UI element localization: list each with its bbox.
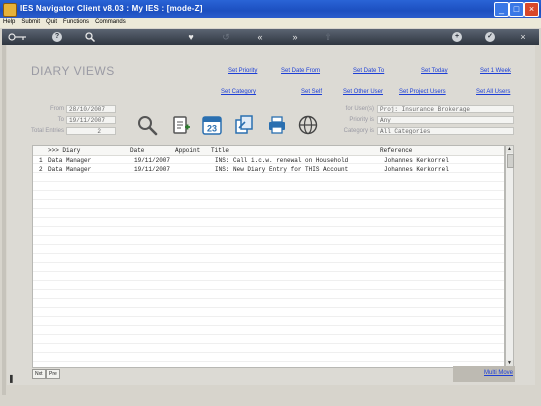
maximize-button[interactable]: □	[509, 2, 524, 17]
calendar-icon[interactable]: 23	[201, 114, 223, 136]
print-icon[interactable]	[266, 114, 288, 136]
col-date-header[interactable]: Date	[130, 147, 144, 154]
grid-header: >>> Diary Date Appoint Title Reference	[33, 146, 504, 156]
window-title: IES Navigator Client v8.03 : My IES : [m…	[20, 4, 203, 13]
svg-text:23: 23	[207, 124, 217, 134]
close-button[interactable]: ×	[524, 2, 539, 17]
close-icon[interactable]: ×	[517, 31, 529, 43]
set-today-link[interactable]: Set Today	[421, 68, 448, 74]
set-category-link[interactable]: Set Category	[221, 89, 256, 95]
minimize-button[interactable]: _	[494, 2, 509, 17]
set-all-users-link[interactable]: Set All Users	[476, 89, 510, 95]
menu-bar: Help Submit Quit Functions Commands	[0, 18, 541, 28]
back-icon[interactable]: «	[254, 31, 266, 43]
row-diary: Data Manager	[48, 166, 92, 173]
table-row[interactable]: 2 Data Manager 19/11/2007 INS: New Diary…	[33, 165, 504, 174]
help-icon[interactable]: ?	[52, 32, 62, 42]
next-page-button[interactable]: Nxt	[32, 369, 46, 379]
scroll-up-arrow-icon[interactable]: ▲	[506, 146, 513, 153]
diary-grid: >>> Diary Date Appoint Title Reference 1…	[32, 145, 505, 368]
set-project-users-link[interactable]: Set Project Users	[399, 89, 446, 95]
globe-icon[interactable]	[297, 114, 319, 136]
col-title-header[interactable]: Title	[211, 147, 229, 154]
grid-scrollbar[interactable]: ▲ ▼	[505, 145, 514, 368]
title-bar: IES Navigator Client v8.03 : My IES : [m…	[0, 0, 541, 18]
category-field[interactable]: All Categories	[377, 127, 514, 135]
page-title: DIARY VIEWS	[31, 64, 115, 78]
multi-move-area: Multi Move	[453, 366, 515, 382]
ok-icon[interactable]: ✓	[485, 32, 495, 42]
col-reference-header[interactable]: Reference	[380, 147, 412, 154]
heart-icon[interactable]: ♥	[185, 31, 197, 43]
total-entries-label: Total Entries	[30, 128, 64, 134]
col-diary-header[interactable]: >>> Diary	[48, 147, 80, 154]
total-entries-field: 2	[66, 127, 116, 135]
row-date: 19/11/2007	[134, 166, 171, 173]
to-label: To	[57, 117, 64, 123]
for-users-field[interactable]: Proj: Insurance Brokerage	[377, 105, 514, 113]
status-bar	[0, 395, 541, 406]
set-date-from-link[interactable]: Set Date From	[281, 68, 320, 74]
copy-entry-icon[interactable]	[233, 114, 255, 136]
forward-icon[interactable]: »	[289, 31, 301, 43]
menu-quit[interactable]: Quit	[43, 18, 60, 25]
set-other-user-link[interactable]: Set Other User	[343, 89, 383, 95]
priority-field[interactable]: Any	[377, 116, 514, 124]
row-reference: Johannes Kerkorrel	[384, 157, 449, 164]
priority-label: Priority is	[349, 117, 374, 123]
col-appoint-header[interactable]: Appoint	[175, 147, 200, 154]
set-priority-link[interactable]: Set Priority	[228, 68, 257, 74]
to-date-field[interactable]: 19/11/2007	[66, 116, 116, 124]
menu-submit[interactable]: Submit	[18, 18, 43, 25]
row-date: 19/11/2007	[134, 157, 171, 164]
row-title: INS: New Diary Entry for THIS Account	[215, 166, 349, 173]
from-label: From	[50, 106, 64, 112]
left-strip	[2, 45, 6, 395]
row-diary: Data Manager	[48, 157, 92, 164]
search-icon[interactable]	[84, 31, 96, 43]
app-icon	[3, 3, 17, 17]
row-reference: Johannes Kerkorrel	[384, 166, 449, 173]
set-date-to-link[interactable]: Set Date To	[353, 68, 384, 74]
new-icon[interactable]: +	[452, 32, 462, 42]
row-number: 2	[39, 166, 43, 173]
category-label: Category is	[343, 128, 374, 134]
row-title: INS: Call i.c.w. renewal on Household	[215, 157, 349, 164]
scroll-thumb[interactable]	[507, 154, 514, 168]
toolbar: ? ♥ ↺ « » ⇧ + ✓ ×	[2, 29, 539, 45]
menu-functions[interactable]: Functions	[60, 18, 92, 25]
history-icon[interactable]: ↺	[220, 31, 232, 43]
from-date-field[interactable]: 28/10/2007	[66, 105, 116, 113]
new-entry-icon[interactable]	[170, 114, 192, 136]
menu-commands[interactable]: Commands	[92, 18, 129, 25]
key-icon[interactable]	[8, 31, 28, 43]
search-diary-icon[interactable]	[136, 114, 158, 136]
for-users-label: for User(s)	[345, 106, 374, 112]
menu-help[interactable]: Help	[0, 18, 18, 25]
prev-page-button[interactable]: Pre	[46, 369, 60, 379]
table-row[interactable]: 1 Data Manager 19/11/2007 INS: Call i.c.…	[33, 156, 504, 165]
side-tool-icon[interactable]: ❚	[8, 374, 15, 383]
set-1-week-link[interactable]: Set 1 Week	[480, 68, 511, 74]
row-number: 1	[39, 157, 43, 164]
set-self-link[interactable]: Set Self	[301, 89, 322, 95]
multi-move-link[interactable]: Multi Move	[484, 370, 513, 376]
bookmark-icon[interactable]: ⇧	[322, 31, 334, 43]
